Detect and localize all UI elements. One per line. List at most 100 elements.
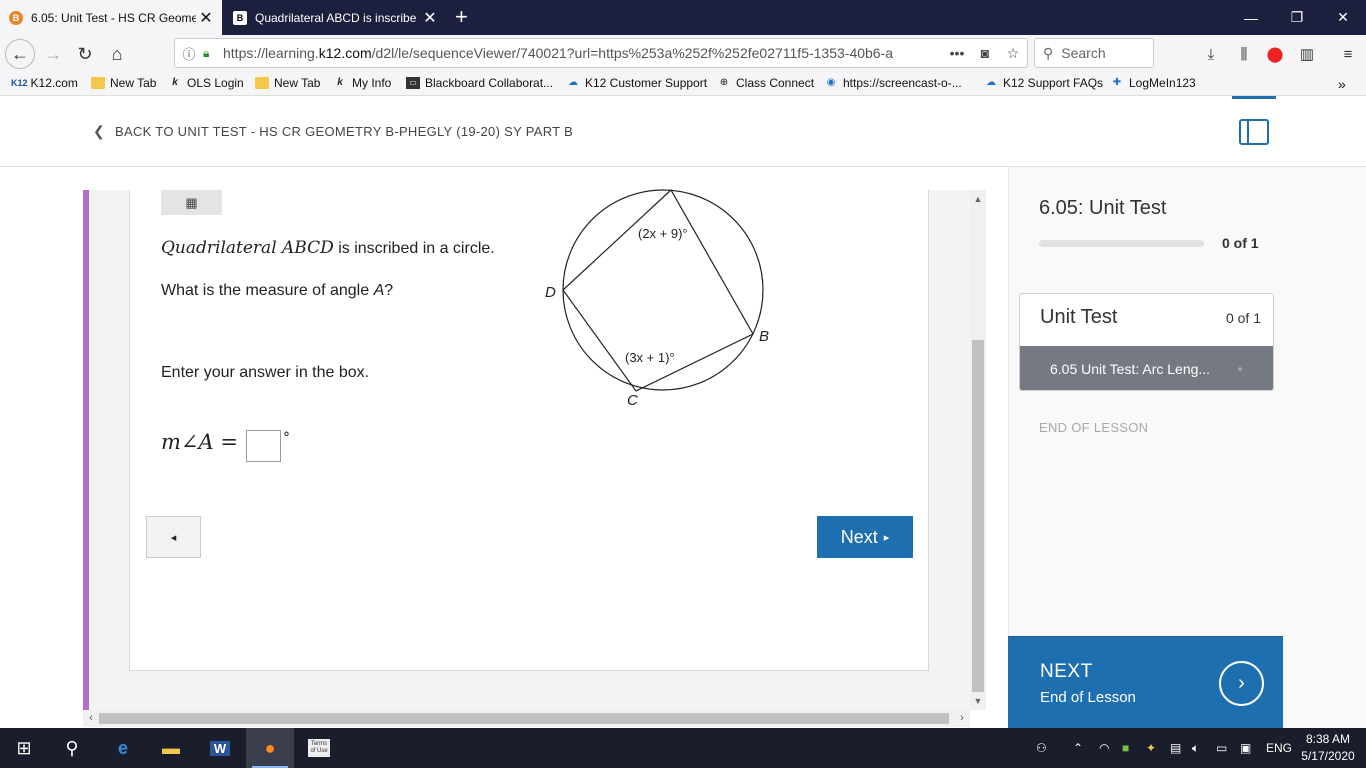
lock-icon: 🔒︎: [203, 45, 210, 60]
url-bar[interactable]: ⓘ 🔒︎ https://learning.k12.com/d2l/le/seq…: [174, 38, 1028, 68]
globe-icon: ⊕: [719, 77, 729, 88]
search-input[interactable]: ⚲ Search: [1034, 38, 1154, 68]
question-line-2: What is the measure of angle A?: [161, 282, 393, 300]
keyboard-icon[interactable]: ▤: [1170, 728, 1181, 768]
bookmark-new-tab[interactable]: New Tab: [91, 76, 156, 90]
language-indicator[interactable]: ENG: [1266, 728, 1292, 768]
scroll-left-icon[interactable]: ‹: [83, 710, 99, 727]
library-icon[interactable]: ⫼: [1233, 43, 1255, 65]
sidebar-icon[interactable]: ▥: [1296, 43, 1318, 65]
bookmark-k12-support[interactable]: ☁ K12 Customer Support: [566, 76, 707, 90]
close-icon[interactable]: ✕: [196, 8, 216, 28]
folder-icon: [255, 77, 269, 89]
search-icon: ⚲: [1043, 44, 1054, 61]
volume-muted-icon[interactable]: 🔈︎: [1192, 728, 1199, 768]
horizontal-scrollbar[interactable]: ‹ ›: [83, 710, 970, 727]
bookmark-support-faqs[interactable]: ☁ K12 Support FAQs: [984, 76, 1103, 90]
math-quad: Quadrilateral ABCD: [161, 238, 334, 258]
question-text: is inscribed in a circle.: [333, 240, 495, 257]
instructions: Enter your answer in the box.: [161, 364, 370, 381]
circle-icon: ◉: [826, 77, 836, 88]
scroll-thumb[interactable]: [99, 713, 949, 724]
terms-of-use-icon[interactable]: Terms of Use: [295, 728, 343, 768]
close-icon[interactable]: ✕: [420, 8, 440, 28]
next-end-of-lesson-button[interactable]: NEXT End of Lesson ›: [1008, 637, 1283, 728]
notification-icon[interactable]: ▣: [1240, 728, 1251, 768]
scroll-thumb[interactable]: [972, 340, 984, 692]
k12-tray-icon[interactable]: ■: [1122, 728, 1129, 768]
bookmark-new-tab-2[interactable]: New Tab: [255, 76, 320, 90]
answer-row: m∠A = °: [161, 430, 290, 462]
network-icon[interactable]: ◠: [1099, 728, 1109, 768]
firefox-icon[interactable]: ●: [246, 728, 294, 768]
cloud-icon: ☁: [568, 77, 578, 88]
bookmark-k12[interactable]: K12 K12.com: [11, 76, 78, 90]
menu-icon[interactable]: ≡: [1337, 43, 1359, 65]
bookmark-label: K12 Support FAQs: [1003, 76, 1104, 90]
bookmark-logmein[interactable]: ✚ LogMeIn123: [1110, 76, 1196, 90]
bookmark-ols-login[interactable]: k OLS Login: [168, 76, 244, 90]
bookmark-star-icon[interactable]: ☆: [999, 45, 1027, 62]
restore-icon[interactable]: ❐: [1274, 0, 1320, 35]
adblock-icon[interactable]: ⬤: [1264, 43, 1286, 65]
bookmark-class-connect[interactable]: ⊕ Class Connect: [717, 76, 814, 90]
vertex-c-label: C: [627, 392, 638, 409]
nav-bar: ← → ↻ ⌂ ⓘ 🔒︎ https://learning.k12.com/d2…: [0, 35, 1366, 72]
edge-icon[interactable]: e: [99, 728, 147, 768]
new-tab-icon[interactable]: +: [455, 4, 468, 30]
answer-input[interactable]: [245, 430, 281, 462]
bookmark-label: New Tab: [110, 76, 157, 90]
module-header[interactable]: Unit Test 0 of 1: [1020, 294, 1273, 346]
bookmark-screencast[interactable]: ◉ https://screencast-o-...: [824, 76, 962, 90]
previous-button[interactable]: ◂: [146, 516, 201, 558]
minimize-icon[interactable]: —: [1228, 0, 1274, 35]
progress-bar: [1039, 240, 1204, 247]
more-actions-icon[interactable]: •••: [943, 45, 971, 61]
bookmarks-overflow-icon[interactable]: »: [1338, 76, 1346, 92]
windows-taskbar: ⊞ ⚲ e ▬ W ● Terms of Use ⚇ ⌃ ◠ ■ ✦ ▤ 🔈︎ …: [0, 728, 1366, 768]
word-icon[interactable]: W: [196, 728, 244, 768]
question-card: ▦ Quadrilateral ABCD is inscribed in a c…: [129, 189, 929, 671]
pocket-icon[interactable]: ◙: [971, 45, 999, 61]
cloud-icon: ☁: [986, 77, 996, 88]
scroll-right-icon[interactable]: ›: [954, 710, 970, 727]
progress-count: 0 of 1: [1222, 235, 1259, 251]
download-icon[interactable]: ⤓: [1200, 43, 1222, 65]
home-icon[interactable]: ⌂: [102, 39, 132, 69]
accent-bar: [83, 190, 89, 720]
tab-unit-test[interactable]: B 6.05: Unit Test - HS CR Geomet ✕: [0, 0, 222, 35]
back-to-unit-test-link[interactable]: ❮ BACK TO UNIT TEST - HS CR GEOMETRY B-P…: [93, 123, 573, 140]
system-clock[interactable]: 8:38 AM 5/17/2020: [1296, 731, 1360, 765]
unit-test-module[interactable]: Unit Test 0 of 1 6.05 Unit Test: Arc Len…: [1019, 293, 1274, 391]
vertical-scrollbar[interactable]: ▲ ▼: [970, 190, 986, 710]
file-explorer-icon[interactable]: ▬: [147, 728, 195, 768]
search-icon[interactable]: ⚲: [48, 728, 96, 768]
bookmark-label: K12.com: [30, 76, 78, 90]
next-button[interactable]: Next ▸: [817, 516, 913, 558]
tab-quadrilateral[interactable]: B Quadrilateral ABCD is inscribe ✕: [224, 0, 446, 35]
window-close-icon[interactable]: ✕: [1320, 0, 1366, 35]
tray-app-icon[interactable]: ✦: [1146, 728, 1156, 768]
scroll-down-icon[interactable]: ▼: [970, 696, 986, 706]
reload-icon[interactable]: ↻: [70, 39, 100, 69]
people-icon[interactable]: ⚇: [1036, 728, 1047, 768]
next-arrow-icon: ▸: [883, 531, 890, 544]
back-label: BACK TO UNIT TEST - HS CR GEOMETRY B-PHE…: [115, 124, 574, 139]
info-icon[interactable]: ⓘ: [175, 44, 203, 63]
bookmark-my-info[interactable]: k My Info: [333, 76, 391, 90]
scroll-up-icon[interactable]: ▲: [970, 194, 986, 204]
toggle-sidebar-icon[interactable]: [1239, 119, 1269, 145]
url-text[interactable]: https://learning.k12.com/d2l/le/sequence…: [223, 45, 943, 61]
module-item-unit-test[interactable]: 6.05 Unit Test: Arc Leng... ●: [1020, 346, 1273, 390]
bookmark-blackboard[interactable]: ▭ Blackboard Collaborat...: [406, 76, 553, 90]
battery-icon[interactable]: ▭: [1216, 728, 1227, 768]
screen: B 6.05: Unit Test - HS CR Geomet ✕ B Qua…: [0, 0, 1366, 768]
forward-arrow-icon[interactable]: →: [38, 39, 68, 69]
tray-expand-icon[interactable]: ⌃: [1073, 728, 1083, 768]
folder-icon: [91, 77, 105, 89]
k12-icon: k: [337, 77, 343, 88]
back-arrow-icon[interactable]: ←: [5, 39, 35, 69]
calculator-icon[interactable]: ▦: [161, 190, 222, 215]
clock-time: 8:38 AM: [1305, 732, 1351, 746]
windows-start-icon[interactable]: ⊞: [0, 728, 48, 768]
